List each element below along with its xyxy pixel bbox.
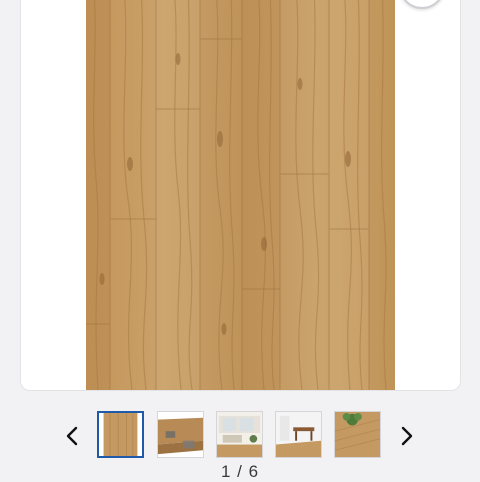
living-room-interior-thumbnail [217,412,262,457]
chevron-left-icon [66,426,78,446]
image-pager: 1 / 6 [0,462,480,482]
product-image-card [20,0,461,391]
pager-current: 1 [220,462,232,481]
previous-image-button[interactable] [61,424,83,448]
flooring-planks-closeup-thumbnail [158,412,203,457]
thumbnail-5[interactable] [334,411,381,458]
next-image-button[interactable] [396,424,418,448]
thumbnail-2[interactable] [157,411,204,458]
floor-with-plant-thumbnail [335,412,380,457]
dining-room-interior-thumbnail [276,412,321,457]
zoom-button[interactable] [399,0,445,9]
oak-plank-swatch-thumbnail [99,413,142,456]
pager-total: 6 [248,462,260,481]
pager-separator: / [231,462,249,481]
chevron-right-icon [401,426,413,446]
thumbnail-4[interactable] [275,411,322,458]
thumbnail-3[interactable] [216,411,263,458]
thumbnail-1[interactable] [97,411,144,458]
main-product-image[interactable] [86,0,395,390]
oak-flooring-image [86,0,395,390]
